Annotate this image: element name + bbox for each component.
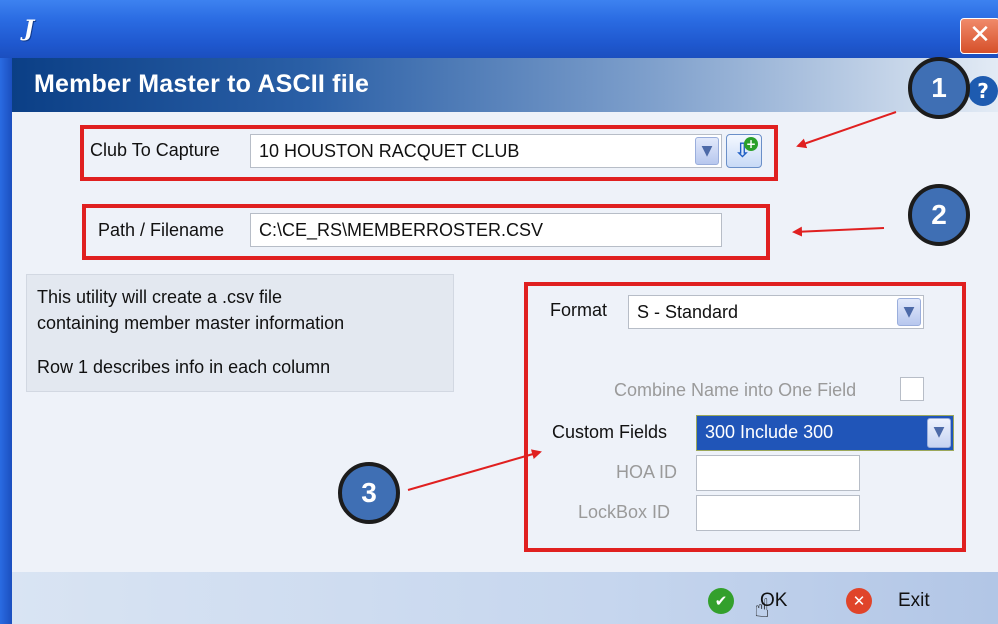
custom-fields-label: Custom Fields — [552, 422, 668, 442]
info-line: containing member master information — [37, 313, 345, 333]
form-area: Club To Capture 10 HOUSTON RACQUET CLUB … — [12, 112, 998, 572]
help-icon[interactable]: ? — [968, 76, 998, 106]
close-button[interactable]: ✕ — [960, 18, 998, 54]
exit-button[interactable]: ✕ Exit — [846, 586, 946, 618]
info-panel: This utility will create a .csv file con… — [26, 274, 454, 392]
chevron-down-icon[interactable]: ▼ — [695, 137, 719, 165]
info-line: Row 1 describes info in each column — [37, 357, 331, 377]
combine-name-checkbox[interactable] — [900, 377, 924, 401]
hoa-id-input[interactable] — [696, 455, 860, 491]
app-icon: J — [23, 16, 35, 42]
custom-fields-select-value: 300 Include 300 — [705, 422, 834, 442]
club-select[interactable]: 10 HOUSTON RACQUET CLUB ▼ — [250, 134, 722, 168]
callout-badge-2: 2 — [908, 184, 970, 246]
callout-badge-1: 1 — [908, 57, 970, 119]
cancel-circle-icon: ✕ — [846, 588, 872, 614]
club-label: Club To Capture — [90, 140, 220, 160]
info-line: This utility will create a .csv file — [37, 287, 283, 307]
callout-badge-3: 3 — [338, 462, 400, 524]
page-title: Member Master to ASCII file — [34, 70, 370, 98]
format-select[interactable]: S - Standard ▼ — [628, 295, 924, 329]
chevron-down-icon[interactable]: ▼ — [897, 298, 921, 326]
custom-fields-select[interactable]: 300 Include 300 ▼ — [696, 415, 954, 451]
plus-icon: + — [744, 137, 758, 151]
dialog-window: J ✕ Member Master to ASCII file ? Club T… — [0, 0, 998, 624]
combine-name-label: Combine Name into One Field — [614, 380, 857, 400]
club-select-value: 10 HOUSTON RACQUET CLUB — [259, 141, 520, 161]
exit-button-label: Exit — [898, 590, 930, 611]
window-border — [0, 58, 12, 624]
dialog-header: Member Master to ASCII file — [12, 58, 998, 112]
hand-pointer-icon: ☝ — [754, 594, 770, 624]
check-circle-icon: ✔ — [708, 588, 734, 614]
format-select-value: S - Standard — [637, 302, 739, 322]
lockbox-id-label: LockBox ID — [578, 502, 671, 522]
title-bar[interactable]: J — [0, 0, 998, 58]
path-label: Path / Filename — [98, 220, 225, 240]
lockbox-id-input[interactable] — [696, 495, 860, 531]
hoa-id-label: HOA ID — [616, 462, 678, 482]
chevron-down-icon[interactable]: ▼ — [927, 418, 951, 448]
path-input[interactable]: C:\CE_RS\MEMBERROSTER.CSV — [250, 213, 722, 247]
format-label: Format — [550, 300, 608, 320]
bottom-toolbar: ✔ OK ✕ Exit — [12, 572, 998, 624]
capture-button[interactable]: ⇩ + — [726, 134, 762, 168]
